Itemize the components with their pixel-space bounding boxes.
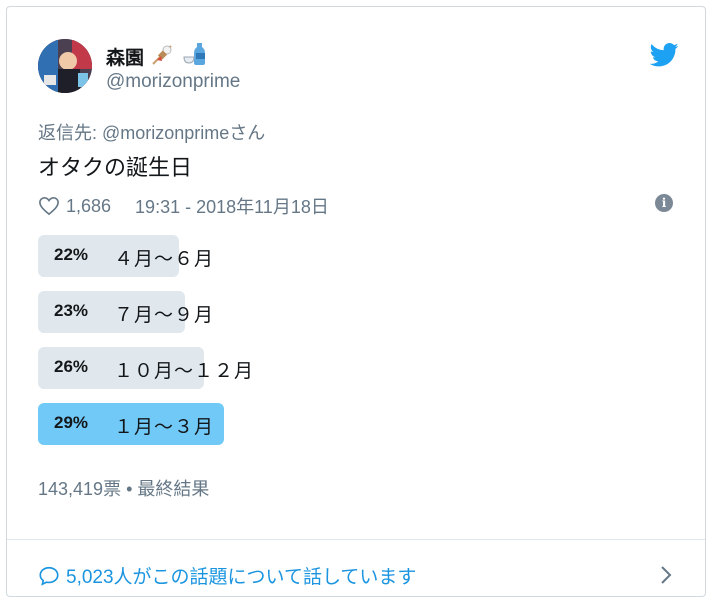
poll-label: １０月～１２月 — [114, 361, 255, 382]
author-handle[interactable]: @morizonprime — [106, 71, 240, 93]
reply-to[interactable]: 返信先: @morizonprimeさん — [38, 119, 265, 145]
oden-icon — [150, 41, 176, 72]
conversation-text[interactable]: 5,023人がこの話題について話しています — [66, 562, 416, 589]
poll-percent: 26% — [54, 357, 89, 376]
poll-option-winner: 29% １月～３月 — [38, 403, 678, 445]
tweet-meta: 1,686 19:31 - 2018年11月18日 — [38, 193, 329, 219]
info-icon[interactable]: i — [655, 194, 673, 212]
conversation-link[interactable]: 5,023人がこの話題について話しています — [38, 562, 416, 589]
timestamp[interactable]: 19:31 - 2018年11月18日 — [135, 193, 329, 219]
poll-label: ４月～６月 — [114, 249, 215, 270]
avatar[interactable] — [38, 39, 92, 93]
display-name[interactable]: 森園 — [106, 43, 144, 70]
sake-icon — [182, 41, 208, 72]
author-name-row[interactable]: 森園 — [106, 41, 208, 72]
tweet-text: オタクの誕生日 — [38, 155, 193, 180]
poll-option: 23% ７月～９月 — [38, 291, 678, 333]
poll-option: 22% ４月～６月 — [38, 235, 678, 277]
poll-percent: 23% — [54, 301, 89, 320]
speech-bubble-icon — [39, 566, 59, 586]
poll-label: １月～３月 — [114, 417, 215, 438]
poll-label: ７月～９月 — [114, 305, 215, 326]
like-count[interactable]: 1,686 — [66, 196, 111, 217]
poll-option: 26% １０月～１２月 — [38, 347, 678, 389]
poll-percent: 29% — [54, 413, 89, 432]
chevron-right-icon[interactable] — [659, 564, 673, 586]
heart-icon[interactable] — [38, 196, 60, 216]
divider — [7, 539, 705, 540]
poll-summary: 143,419票 • 最終結果 — [38, 479, 210, 499]
tweet-card: 森園 @morizonprime 返信先: @morizonprimeさん オタ… — [6, 6, 706, 597]
poll-percent: 22% — [54, 245, 89, 264]
twitter-bird-icon[interactable] — [649, 43, 679, 67]
poll: 22% ４月～６月 23% ７月～９月 26% １０月～１２月 29% １月～３… — [38, 235, 678, 459]
